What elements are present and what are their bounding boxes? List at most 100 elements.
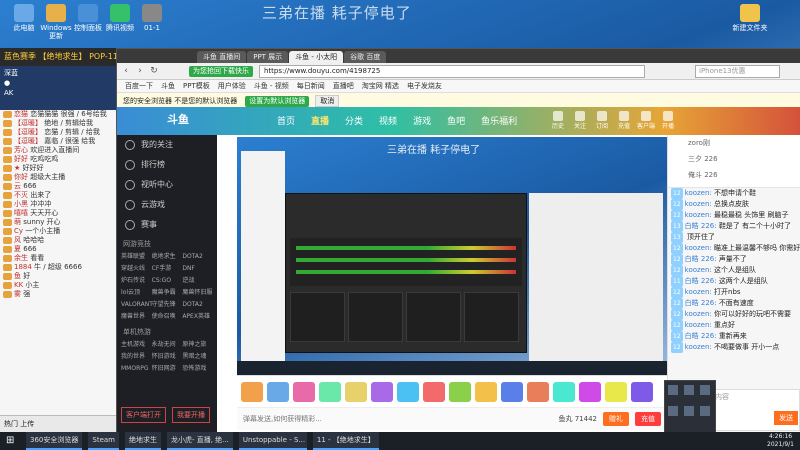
refresh-icon[interactable]: ↻ [149,66,159,76]
game-link[interactable]: 原神之旅 [182,339,213,351]
sidebar-item[interactable]: 云游戏 [117,195,217,215]
chat-username[interactable]: koozen: [685,321,714,329]
game-link[interactable]: DOTA2 [182,251,213,263]
tab-douyu-active[interactable]: 斗鱼 - 小太阳 [289,51,344,63]
tray-icon[interactable] [684,385,694,395]
game-link[interactable]: 逆战 [182,275,213,287]
nav-item-游戏[interactable]: 游戏 [413,114,431,127]
gift-icon[interactable] [293,382,315,402]
taskbar-app[interactable]: 360安全浏览器 [26,432,83,450]
gift-icon[interactable] [267,382,289,402]
header-button[interactable]: 充值 [613,111,635,130]
gift-icon[interactable] [241,382,263,402]
chat-username[interactable]: koozen: [685,244,714,252]
taskbar-app[interactable]: Steam [88,432,119,450]
bookmark-item[interactable]: 斗鱼 - 视频 [254,81,289,91]
taskbar-app[interactable]: 11 - 【绝地求生】 [312,432,379,450]
header-button[interactable]: 订阅 [591,111,613,130]
bookmark-item[interactable]: 用户体验 [218,81,246,91]
chat-username[interactable]: koozen: [685,189,714,197]
user-entry[interactable]: ● [4,78,114,88]
game-link[interactable]: MMORPG [121,363,152,375]
chat-username[interactable]: 小黑 [14,200,30,208]
tray-icon[interactable] [668,406,678,416]
search-input[interactable]: iPhone13优惠 [695,64,780,78]
nav-item-直播[interactable]: 直播 [311,114,329,127]
game-link[interactable]: 黑暗之魂 [182,351,213,363]
clock[interactable]: 4:26:16 2021/9/1 [767,433,794,449]
chat-username[interactable]: 【逗暖】 [14,128,44,136]
chat-username[interactable]: koozen: [685,266,714,274]
game-link[interactable]: DOTA2 [182,299,213,311]
chat-username[interactable]: 不灭 [14,191,30,199]
chat-username[interactable]: 萌 [14,218,23,226]
nav-item-鱼乐福利[interactable]: 鱼乐福利 [481,114,517,127]
game-link[interactable]: 炉石传说 [121,275,152,287]
back-icon[interactable]: ‹ [121,66,131,76]
chat-username[interactable]: 风 [14,236,23,244]
gift-icon[interactable] [579,382,601,402]
nav-item-视频[interactable]: 视频 [379,114,397,127]
chat-username[interactable]: 【逗暖】 [14,137,44,145]
nav-item-分类[interactable]: 分类 [345,114,363,127]
chat-username[interactable]: 白皓 226: [685,332,719,340]
taskbar-app[interactable]: Unstoppable - S... [238,432,307,450]
promo-badge[interactable]: 为您抢回下载快乐 [189,65,253,77]
gift-icon[interactable] [631,382,653,402]
chat-username[interactable]: 白皓 226: [685,299,719,307]
rank-item[interactable]: zoro刚 [668,135,800,151]
chat-username[interactable]: koozen: [685,288,714,296]
sidebar-item[interactable]: 我的关注 [117,135,217,155]
sidebar-item[interactable]: 赛事 [117,215,217,235]
file-01-icon[interactable]: 01-1 [132,4,172,32]
chat-username[interactable]: 嘻嘻 [14,209,30,217]
chat-username[interactable]: 芳心 [14,146,30,154]
game-link[interactable]: DNF [182,263,213,275]
douyu-logo[interactable]: 斗鱼 [167,111,189,127]
gift-icon[interactable] [449,382,471,402]
chat-username[interactable]: Cy [14,227,25,235]
game-link[interactable]: 使命召唤 [152,311,183,323]
game-link[interactable]: 魔兽世界 [121,311,152,323]
gift-icon[interactable] [371,382,393,402]
rank-item[interactable]: 俺斗 226 [668,167,800,183]
chat-username[interactable]: 白皓 226: [685,277,719,285]
user-entry[interactable]: 深蓝 [4,68,114,78]
chat-username[interactable]: 白皓 226: [685,255,719,263]
bookmark-item[interactable]: 百度一下 [125,81,153,91]
forward-icon[interactable]: › [135,66,145,76]
chat-username[interactable]: ★ [14,164,23,172]
left-chat-footer[interactable]: 热门 上传 [0,415,118,432]
header-button[interactable]: 客户端 [635,111,657,130]
tab-search[interactable]: 谷歌 百度 [344,51,387,63]
chat-username[interactable]: koozen: [685,343,714,351]
game-link[interactable]: 魔兽怀旧服 [182,287,213,299]
chat-username[interactable]: 恋猫 [14,110,30,118]
game-link[interactable]: APEX英雄 [182,311,213,323]
gift-button[interactable]: 赠礼 [603,412,629,426]
game-link[interactable]: 绝地求生 [152,251,183,263]
chat-username[interactable]: 白皓 226: [685,222,719,230]
chat-username[interactable]: 你好 [14,173,30,181]
chat-username[interactable]: 雾 [14,290,23,298]
taskbar-app[interactable]: 龙小虎- 直播, 绝... [166,432,233,450]
set-default-button[interactable]: 设置为默认浏览器 [245,95,310,107]
chat-username[interactable]: 1884 [14,263,34,271]
bookmark-item[interactable]: PPT模板 [183,81,210,91]
gift-icon[interactable] [475,382,497,402]
game-link[interactable]: CS:GO [152,275,183,287]
gift-icon[interactable] [397,382,419,402]
game-link[interactable]: 怀旧网游 [152,363,183,375]
rank-item[interactable]: 三夕 226 [668,151,800,167]
nav-item-鱼吧[interactable]: 鱼吧 [447,114,465,127]
chat-username[interactable]: 【逗暖】 [14,119,44,127]
bookmark-item[interactable]: 电子发烧友 [407,81,442,91]
gift-icon[interactable] [423,382,445,402]
send-button[interactable]: 发送 [774,411,798,425]
game-link[interactable]: 穿越火线 [121,263,152,275]
bookmark-item[interactable]: 直播吧 [333,81,354,91]
chat-username[interactable]: 好好 [14,155,30,163]
game-link[interactable]: CF手游 [152,263,183,275]
chat-username[interactable]: 鱼 [14,272,23,280]
chat-username[interactable]: koozen: [685,200,714,208]
